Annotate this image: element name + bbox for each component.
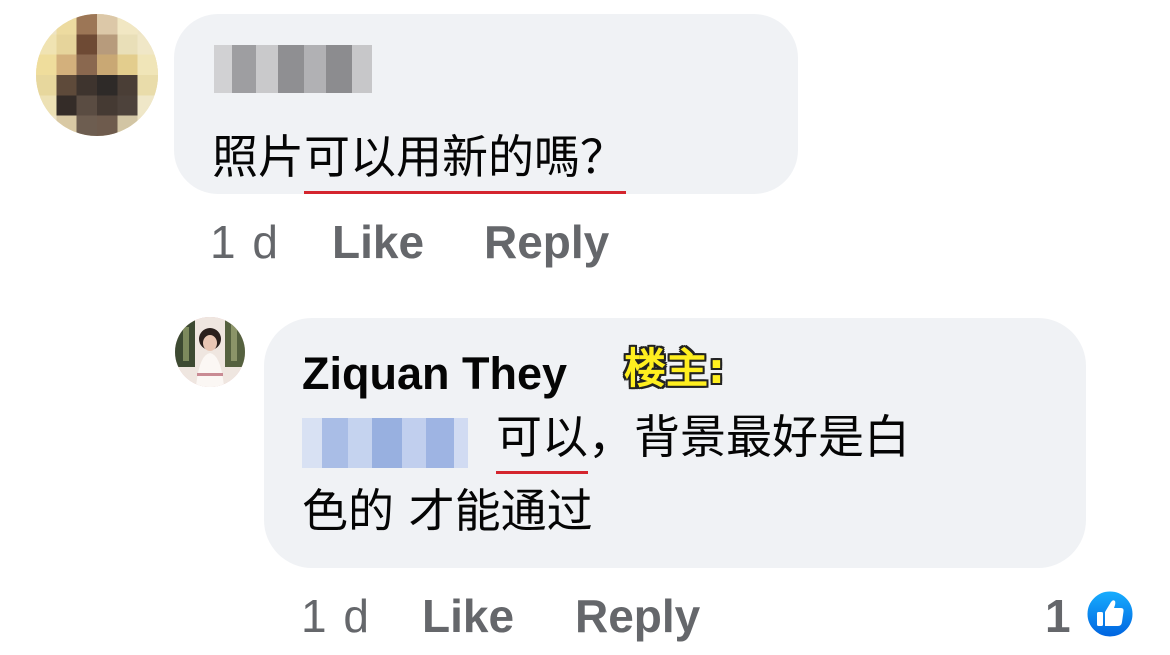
comment-text-plain: 照片 [212, 130, 304, 184]
comment-text: 照片可以用新的嗎？ [212, 126, 626, 194]
reply-timestamp[interactable]: 1 d [301, 586, 371, 646]
blurred-author-name[interactable] [214, 45, 372, 93]
reply-author-avatar[interactable] [175, 317, 245, 387]
reply-author-name[interactable]: Ziquan They [302, 346, 567, 402]
blurred-mention-tag[interactable] [302, 418, 468, 468]
comment-bubble: 照片可以用新的嗎？ [174, 14, 798, 194]
comment-timestamp[interactable]: 1 d [210, 212, 280, 272]
reply-text-line-2: 色的 才能通过 [302, 484, 593, 538]
reply-text-underlined: 可以 [496, 406, 588, 474]
comment-text-underlined: 可以用新的嗎？ [304, 126, 626, 194]
reply-text-rest: ，背景最好是白 [588, 410, 910, 464]
reply-button[interactable]: Reply [484, 212, 609, 272]
author-photo-image [175, 317, 245, 387]
pixelated-avatar-image [36, 14, 158, 136]
like-thumb-icon[interactable] [1084, 588, 1136, 640]
reaction-count[interactable]: 1 [1045, 586, 1071, 646]
reply-bubble: Ziquan They 楼主: 可以，背景最好是白 色的 才能通过 [264, 318, 1086, 568]
op-annotation-label: 楼主: [624, 344, 725, 393]
reply-text-line-1: 可以，背景最好是白 [496, 406, 910, 474]
like-button[interactable]: Like [422, 586, 514, 646]
reply-button[interactable]: Reply [575, 586, 700, 646]
commenter-avatar[interactable] [36, 14, 158, 136]
like-button[interactable]: Like [332, 212, 424, 272]
